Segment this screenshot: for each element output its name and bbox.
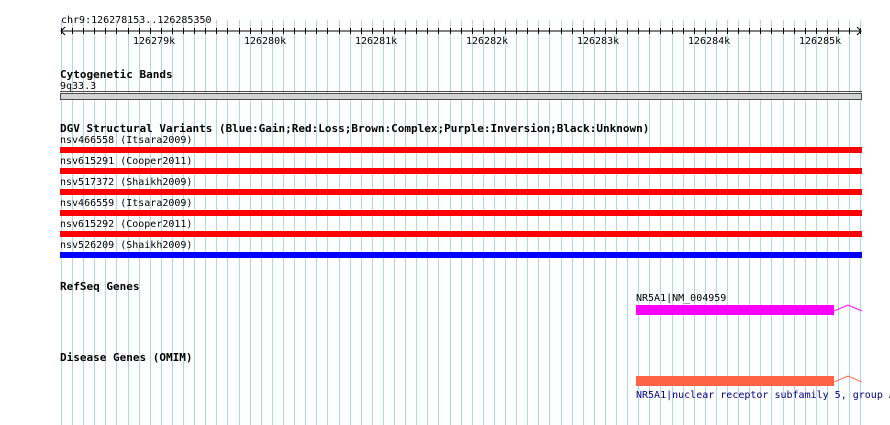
variant-bar-loss[interactable] — [60, 189, 862, 195]
track-title-disease[interactable]: Disease Genes (OMIM) — [60, 351, 192, 364]
variant-label: nsv466558 (Itsara2009) — [60, 135, 193, 146]
variant-label: nsv517372 (Shaikh2009) — [60, 177, 193, 188]
variant-bar-loss[interactable] — [60, 210, 862, 216]
disease-intron-line — [834, 375, 862, 383]
tick-label-126279k: 126279k — [133, 36, 176, 47]
tick-label-126282k: 126282k — [466, 36, 509, 47]
tick-label-126285k: 126285k — [799, 36, 842, 47]
tick-label-126283k: 126283k — [577, 36, 620, 47]
cytoband-bar[interactable] — [60, 93, 862, 100]
variant-bar-loss[interactable] — [60, 168, 862, 174]
refseq-gene-exon[interactable] — [636, 305, 834, 315]
refseq-intron-line — [834, 304, 862, 312]
variant-label: nsv615291 (Cooper2011) — [60, 156, 193, 167]
ruler — [60, 26, 862, 36]
track-title-cytoband[interactable]: Cytogenetic Bands — [60, 68, 173, 81]
disease-gene-exon[interactable] — [636, 376, 834, 386]
track-title-dgv[interactable]: DGV Structural Variants (Blue:Gain;Red:L… — [60, 122, 649, 135]
refseq-gene-label[interactable]: NR5A1|NM_004959 — [636, 293, 726, 305]
variant-bar-gain[interactable] — [60, 252, 862, 258]
variant-bar-loss[interactable] — [60, 231, 862, 237]
track-title-refseq[interactable]: RefSeq Genes — [60, 280, 139, 293]
disease-gene-label[interactable]: NR5A1|nuclear receptor subfamily 5, grou… — [636, 390, 890, 402]
tick-label-126281k: 126281k — [355, 36, 398, 47]
variant-label: nsv526209 (Shaikh2009) — [60, 240, 193, 251]
tick-label-126280k: 126280k — [244, 36, 287, 47]
cytoband-border — [60, 91, 862, 92]
variant-label: nsv466559 (Itsara2009) — [60, 198, 193, 209]
tick-label-126284k: 126284k — [688, 36, 731, 47]
location-label: chr9:126278153..126285350 — [61, 15, 212, 26]
variant-bar-loss[interactable] — [60, 147, 862, 153]
variant-label: nsv615292 (Cooper2011) — [60, 219, 193, 230]
